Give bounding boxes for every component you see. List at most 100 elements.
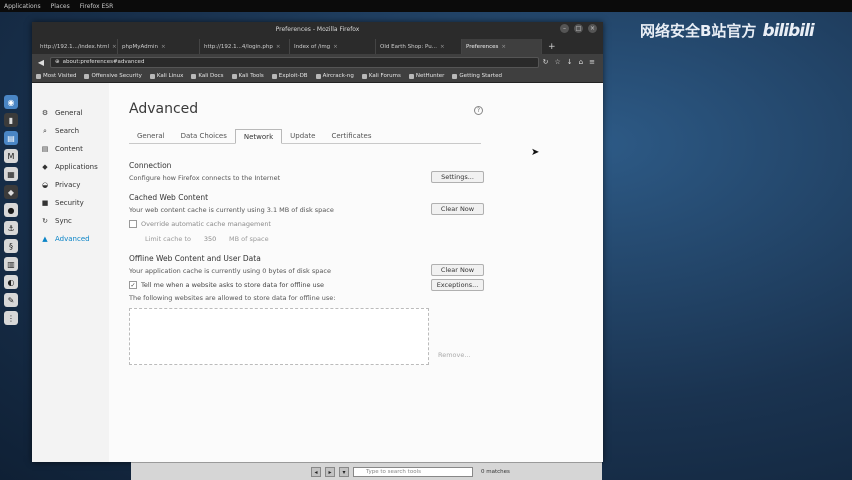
- preferences-content: ⚙ General ⌕ Search ▤ Content ◆ Applications …: [32, 83, 603, 462]
- menu-icon[interactable]: ≡: [589, 58, 595, 66]
- tab-close-icon[interactable]: ×: [276, 44, 281, 50]
- find-previous-icon[interactable]: ◂: [311, 466, 321, 477]
- connection-settings-button[interactable]: Settings...: [431, 171, 484, 183]
- firefox-icon[interactable]: ◉: [4, 95, 18, 109]
- maximize-icon[interactable]: □: [574, 24, 583, 33]
- cache-size-input[interactable]: 350: [197, 235, 223, 243]
- show-applications-icon[interactable]: ⋮: [4, 311, 18, 325]
- offline-usage-description: Your application cache is currently usin…: [129, 267, 331, 275]
- tab-close-icon[interactable]: ×: [161, 44, 166, 50]
- bookmark-kali-forums[interactable]: Kali Forums: [361, 73, 401, 79]
- find-next-icon[interactable]: ▸: [325, 466, 335, 477]
- window-title: Preferences - Mozilla Firefox: [275, 25, 360, 33]
- bookmark-kali-linux[interactable]: Kali Linux: [149, 73, 183, 79]
- tab-label: Index of /img: [294, 43, 331, 50]
- browser-tab[interactable]: http://192.1.../index.html ×: [36, 39, 118, 54]
- cached-content-heading: Cached Web Content: [129, 193, 209, 202]
- bookmark-most-visited[interactable]: Most Visited: [36, 73, 76, 79]
- connection-heading: Connection: [129, 161, 172, 170]
- exceptions-button[interactable]: Exceptions...: [431, 279, 484, 291]
- bookmark-aircrack-ng[interactable]: Aircrack-ng: [315, 73, 354, 79]
- mouse-cursor-icon: ➤: [531, 147, 540, 158]
- advanced-tabs: General Data Choices Network Update Cert…: [129, 129, 481, 144]
- sidebar-item-advanced[interactable]: ▲ Advanced: [32, 230, 109, 248]
- tab-close-icon[interactable]: ×: [333, 44, 338, 50]
- downloads-icon[interactable]: ↓: [567, 58, 573, 66]
- back-icon[interactable]: ◀: [36, 58, 46, 67]
- bookmark-kali-docs[interactable]: Kali Docs: [191, 73, 224, 79]
- hacking-tool-icon[interactable]: ✎: [4, 293, 18, 307]
- tab-label: http://192.1...4/login.php: [204, 43, 273, 50]
- maltego-icon[interactable]: §: [4, 239, 18, 253]
- tab-data-choices[interactable]: Data Choices: [173, 129, 235, 144]
- tab-network[interactable]: Network: [234, 129, 283, 144]
- armitage-icon[interactable]: ▦: [4, 167, 18, 181]
- minimize-icon[interactable]: –: [560, 24, 569, 33]
- burpsuite-icon[interactable]: ◆: [4, 185, 18, 199]
- remove-site-button[interactable]: Remove...: [438, 351, 471, 359]
- tab-label: Preferences: [466, 43, 499, 50]
- applications-menu[interactable]: Applications: [4, 3, 41, 10]
- bookmark-nethunter[interactable]: NetHunter: [408, 73, 445, 79]
- beef-icon[interactable]: ●: [4, 203, 18, 217]
- reload-icon[interactable]: ↻: [543, 58, 549, 66]
- sidebar-item-label: Advanced: [55, 235, 90, 243]
- active-app-name[interactable]: Firefox ESR: [80, 3, 114, 10]
- bookmark-kali-tools[interactable]: Kali Tools: [231, 73, 264, 79]
- metasploit-icon[interactable]: M: [4, 149, 18, 163]
- tab-close-icon[interactable]: ×: [501, 44, 506, 50]
- home-icon[interactable]: ⌂: [579, 58, 583, 66]
- tab-label: http://192.1.../index.html: [40, 43, 110, 50]
- browser-tab[interactable]: Old Earth Shop: Pu... ×: [376, 39, 462, 54]
- clear-cache-button[interactable]: Clear Now: [431, 203, 484, 215]
- sidebar-item-security[interactable]: ■ Security: [32, 194, 109, 212]
- wireshark-icon[interactable]: ◐: [4, 275, 18, 289]
- leafpad-icon[interactable]: ▥: [4, 257, 18, 271]
- override-cache-checkbox[interactable]: [129, 220, 137, 228]
- bookmark-label: NetHunter: [415, 73, 445, 79]
- files-icon[interactable]: ▤: [4, 131, 18, 145]
- sidebar-item-general[interactable]: ⚙ General: [32, 104, 109, 122]
- url-bar[interactable]: ⊕ about:preferences#advanced: [50, 56, 539, 68]
- offline-sites-list[interactable]: [129, 308, 429, 365]
- find-options-icon[interactable]: ▾: [339, 466, 349, 477]
- tab-close-icon[interactable]: ×: [440, 44, 445, 50]
- bookmark-getting-started[interactable]: Getting Started: [452, 73, 502, 79]
- browser-tab[interactable]: phpMyAdmin ×: [118, 39, 200, 54]
- find-search-input[interactable]: Type to search tools: [353, 466, 473, 477]
- bookmark-offensive-security[interactable]: Offensive Security: [84, 73, 142, 79]
- sidebar-item-content[interactable]: ▤ Content: [32, 140, 109, 158]
- bookmark-star-icon[interactable]: ☆: [555, 58, 561, 66]
- tab-close-icon[interactable]: ×: [112, 44, 117, 50]
- bookmark-label: Aircrack-ng: [322, 73, 354, 79]
- tell-me-checkbox[interactable]: ✓: [129, 281, 137, 289]
- bookmark-label: Kali Forums: [368, 73, 401, 79]
- firefox-window: Preferences - Mozilla Firefox – □ × http…: [32, 22, 603, 462]
- places-menu[interactable]: Places: [51, 3, 70, 10]
- gear-icon: ⚙: [41, 109, 49, 117]
- bookmark-exploit-db[interactable]: Exploit-DB: [271, 73, 308, 79]
- terminal-icon[interactable]: ▮: [4, 113, 18, 127]
- sidebar-item-search[interactable]: ⌕ Search: [32, 122, 109, 140]
- sidebar-item-label: Privacy: [55, 181, 81, 189]
- clear-offline-button[interactable]: Clear Now: [431, 264, 484, 276]
- browser-tab-active[interactable]: Preferences ×: [462, 39, 542, 54]
- close-icon[interactable]: ×: [588, 24, 597, 33]
- identity-icon[interactable]: ⊕: [55, 59, 60, 65]
- tab-general[interactable]: General: [129, 129, 173, 144]
- allowed-sites-label: The following websites are allowed to st…: [129, 294, 336, 302]
- sidebar-item-sync[interactable]: ↻ Sync: [32, 212, 109, 230]
- browser-tab[interactable]: http://192.1...4/login.php ×: [200, 39, 290, 54]
- find-bar: ◂ ▸ ▾ Type to search tools 0 matches: [131, 462, 602, 480]
- watermark-text: 网络安全B站官方: [640, 22, 757, 40]
- sidebar-item-applications[interactable]: ◆ Applications: [32, 158, 109, 176]
- help-icon[interactable]: ?: [474, 106, 483, 115]
- tab-update[interactable]: Update: [282, 129, 323, 144]
- search-icon: ⌕: [43, 127, 47, 135]
- tab-certificates[interactable]: Certificates: [323, 129, 379, 144]
- faraday-icon[interactable]: ⚓: [4, 221, 18, 235]
- window-titlebar[interactable]: Preferences - Mozilla Firefox – □ ×: [32, 22, 603, 36]
- sidebar-item-privacy[interactable]: ◒ Privacy: [32, 176, 109, 194]
- browser-tab[interactable]: Index of /img ×: [290, 39, 376, 54]
- new-tab-button[interactable]: +: [542, 39, 562, 54]
